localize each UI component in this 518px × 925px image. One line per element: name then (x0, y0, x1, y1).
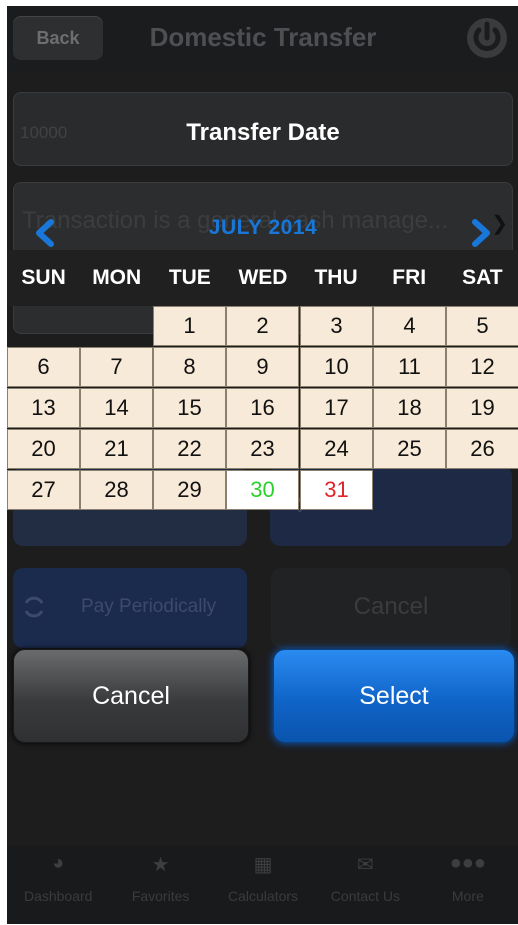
app-screen: Back Domestic Transfer 10000 Transaction… (7, 6, 518, 924)
tab-label: Favorites (131, 888, 190, 904)
weekday-label: SUN (21, 266, 66, 289)
dashboard-icon: ◕ (52, 852, 65, 874)
calendar-day-1[interactable]: 1 (153, 306, 226, 346)
calendar-day-11[interactable]: 11 (373, 347, 446, 387)
calendar-day-5[interactable]: 5 (446, 306, 518, 346)
calendar-day-29[interactable]: 29 (153, 470, 226, 510)
calendar-day-25[interactable]: 25 (373, 429, 446, 469)
tab-more[interactable]: ●●● More (417, 846, 518, 924)
weekday-label: TUE (168, 266, 211, 289)
tab-calculators[interactable]: ▦ Calculators (212, 846, 314, 924)
calendar-day-30[interactable]: 30 (226, 470, 299, 510)
calendar-day-19[interactable]: 19 (446, 388, 518, 428)
month-label: JULY 2014 (208, 216, 318, 239)
calculator-icon: ▦ (253, 854, 273, 876)
calendar-day-17[interactable]: 17 (300, 388, 373, 428)
dimmed-cancel-button: Cancel (271, 568, 511, 648)
calendar-day-16[interactable]: 16 (226, 388, 299, 428)
calendar-day-22[interactable]: 22 (153, 429, 226, 469)
power-icon[interactable] (465, 16, 509, 60)
tab-dashboard[interactable]: ◕ Dashboard (7, 846, 109, 924)
top-navigation-bar: Back Domestic Transfer (7, 6, 518, 72)
picker-title: Transfer Date (186, 119, 340, 146)
tab-label: Calculators (228, 888, 299, 904)
weekday-label: FRI (392, 266, 427, 289)
calendar-day-10[interactable]: 10 (300, 347, 373, 387)
dimmed-cancel-label: Cancel (353, 593, 429, 620)
weekday-label: SAT (462, 266, 503, 289)
tab-contact-us[interactable]: ✉ Contact Us (314, 846, 416, 924)
page-title: Domestic Transfer (149, 22, 377, 52)
weekday-label: WED (238, 266, 288, 289)
calendar-day-15[interactable]: 15 (153, 388, 226, 428)
more-icon: ●●● (449, 852, 486, 874)
calendar-day-13[interactable]: 13 (7, 388, 80, 428)
calendar-day-4[interactable]: 4 (373, 306, 446, 346)
weekday-header: SUN MON TUE WED THU FRI SAT (7, 250, 518, 306)
star-icon: ★ (151, 854, 170, 876)
next-month-arrow-icon[interactable] (469, 218, 493, 248)
tab-label: More (451, 888, 484, 904)
calendar-day-23[interactable]: 23 (226, 429, 299, 469)
weekday-label: THU (314, 266, 358, 289)
select-button[interactable]: Select (273, 649, 515, 743)
calendar-day-28[interactable]: 28 (80, 470, 153, 510)
calendar-day-9[interactable]: 9 (226, 347, 299, 387)
calendar-day-2[interactable]: 2 (226, 306, 299, 346)
cancel-button[interactable]: Cancel (13, 649, 249, 743)
calendar-day-20[interactable]: 20 (7, 429, 80, 469)
tab-favorites[interactable]: ★ Favorites (109, 846, 211, 924)
contact-icon: ✉ (357, 854, 374, 876)
refresh-icon (24, 596, 44, 618)
tab-label: Dashboard (23, 888, 93, 904)
pay-periodically-button: Pay Periodically (13, 568, 247, 648)
tab-bar: ◕ Dashboard ★ Favorites ▦ Calculators ✉ … (7, 846, 518, 924)
calendar-day-31[interactable]: 31 (300, 470, 373, 510)
calendar-day-26[interactable]: 26 (446, 429, 518, 469)
calendar-day-6[interactable]: 6 (7, 347, 80, 387)
weekday-label: MON (92, 266, 142, 289)
calendar-day-21[interactable]: 21 (80, 429, 153, 469)
calendar-day-24[interactable]: 24 (300, 429, 373, 469)
calendar-day-8[interactable]: 8 (153, 347, 226, 387)
calendar-day-12[interactable]: 12 (446, 347, 518, 387)
calendar-day-7[interactable]: 7 (80, 347, 153, 387)
pay-periodically-label: Pay Periodically (81, 596, 217, 617)
calendar-day-18[interactable]: 18 (373, 388, 446, 428)
tab-label: Contact Us (330, 888, 401, 904)
calendar-day-3[interactable]: 3 (300, 306, 373, 346)
calendar-day-27[interactable]: 27 (7, 470, 80, 510)
calendar-day-14[interactable]: 14 (80, 388, 153, 428)
